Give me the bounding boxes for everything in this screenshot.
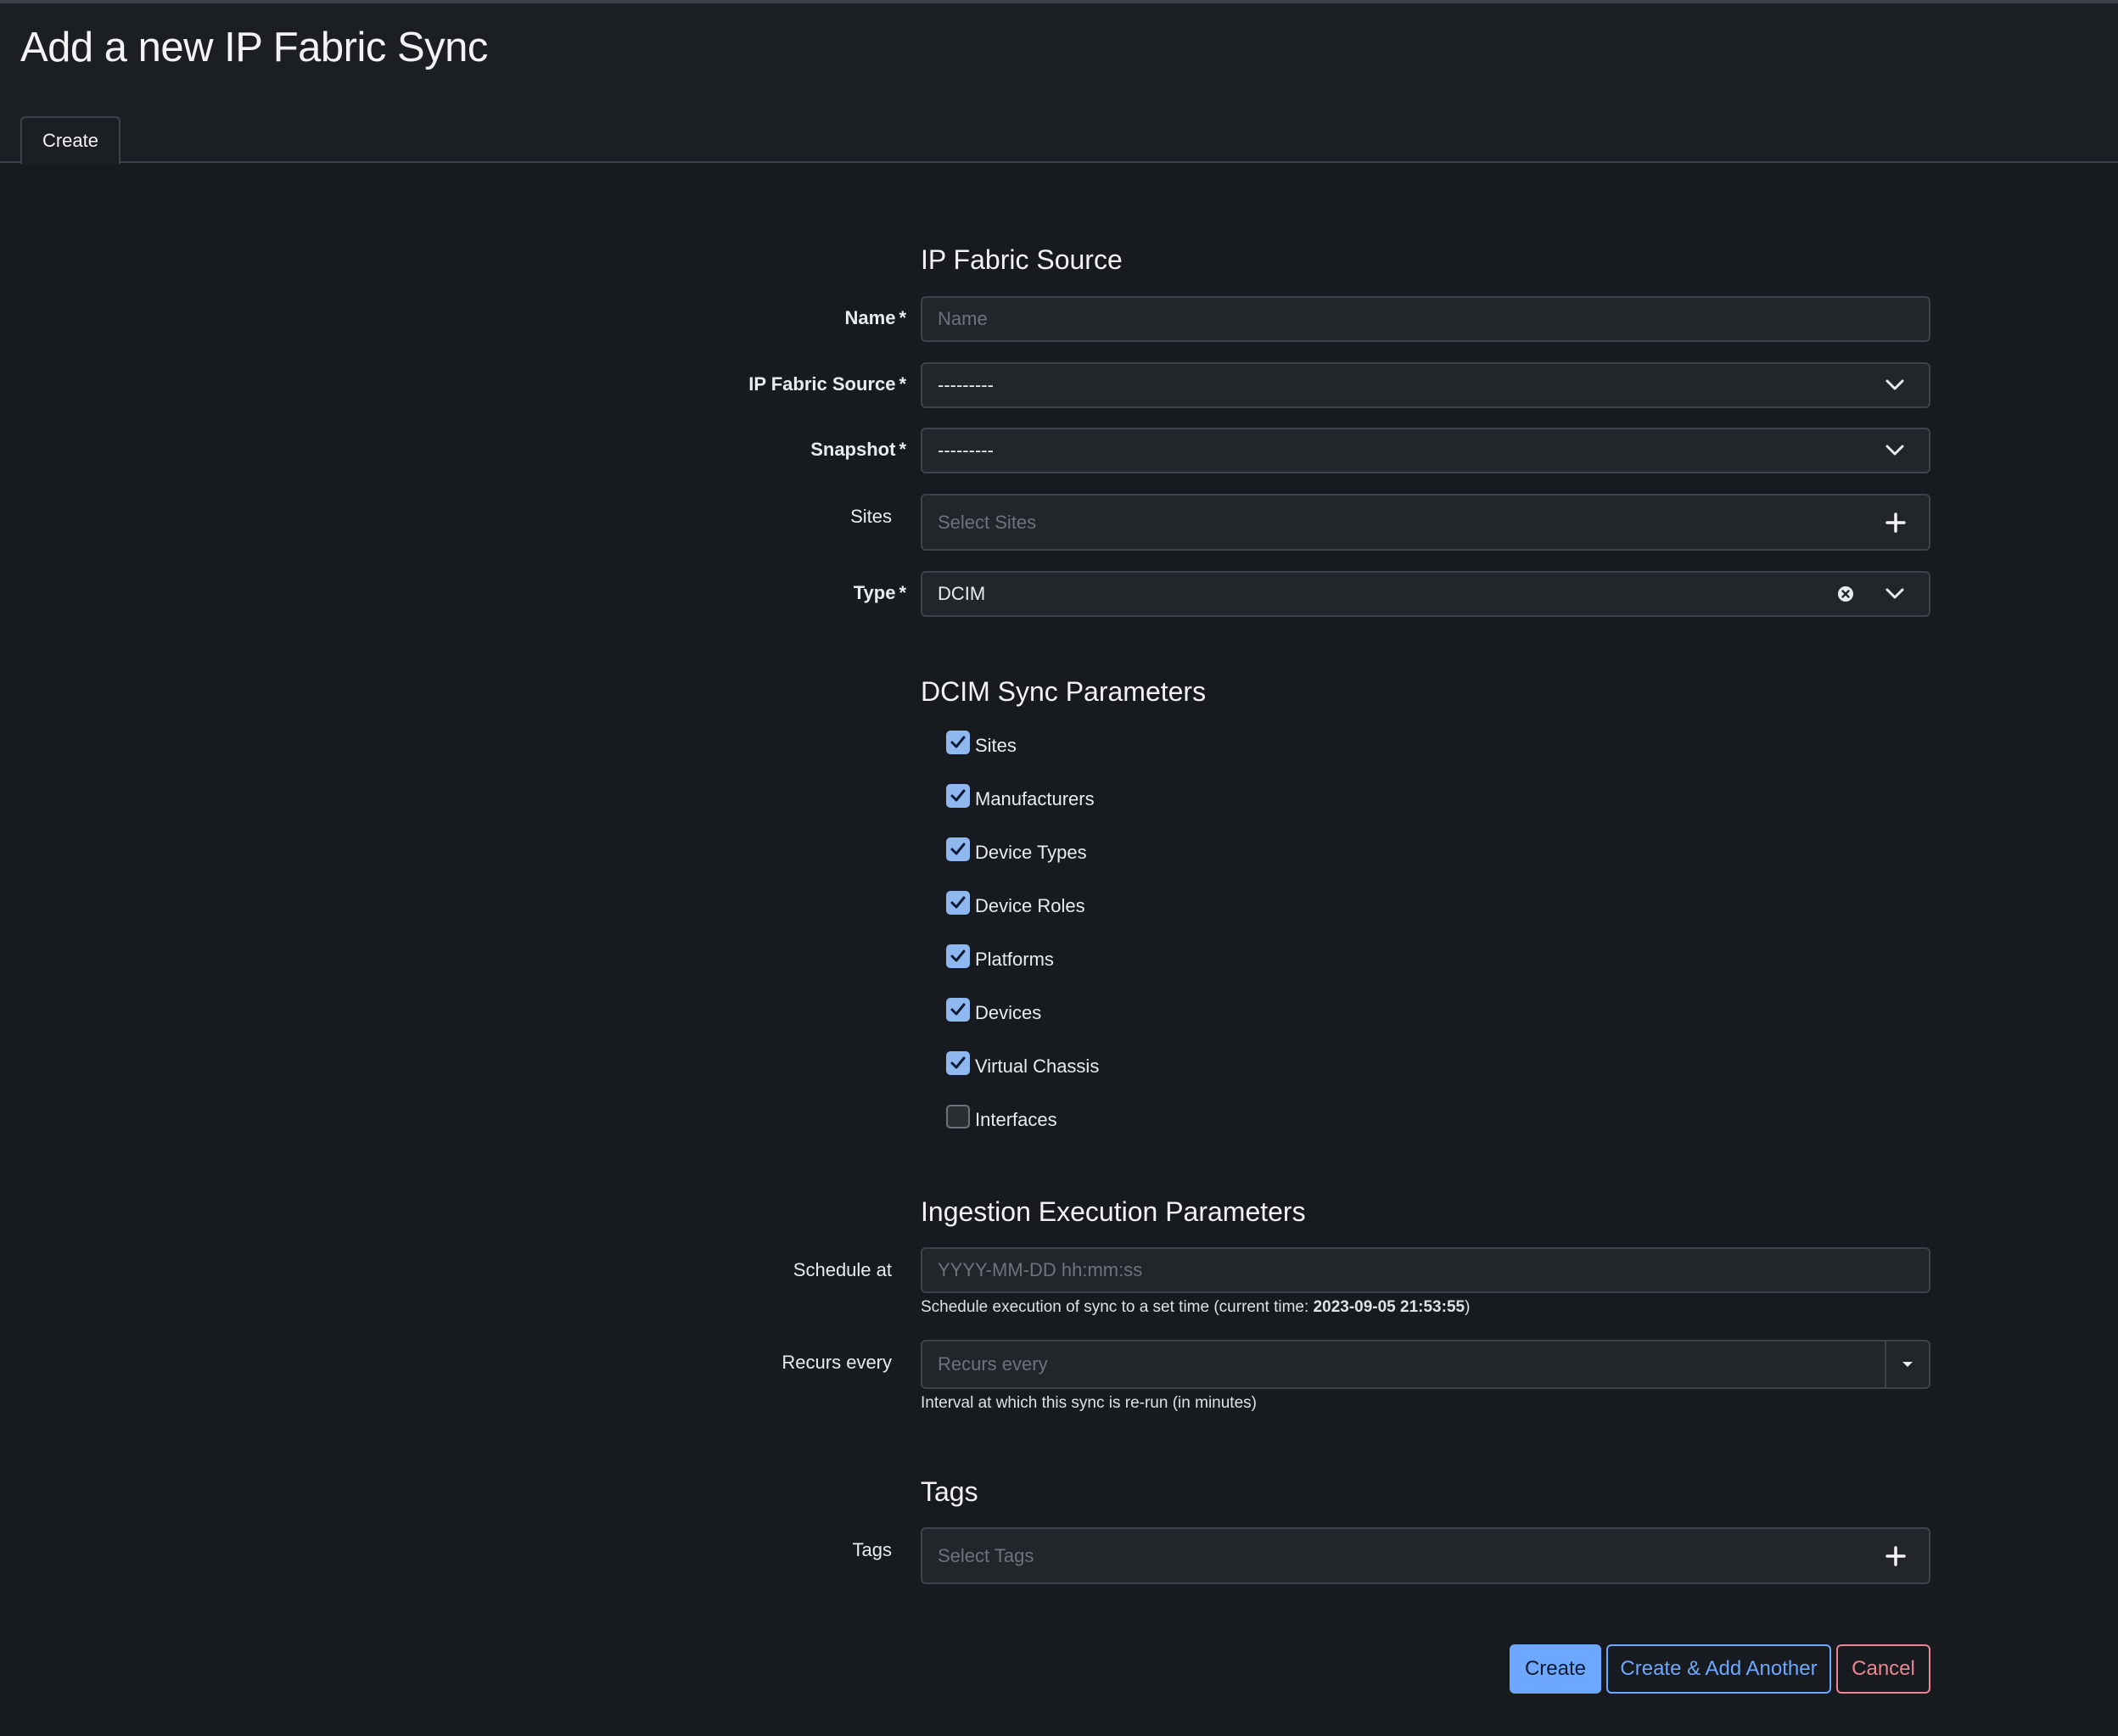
checkbox[interactable] — [946, 837, 970, 861]
check-icon — [950, 843, 966, 855]
checkbox-label: Device Roles — [975, 895, 1085, 916]
check-icon — [950, 896, 966, 909]
schedule-input[interactable]: YYYY-MM-DD hh:mm:ss — [921, 1247, 1930, 1293]
name-input[interactable]: Name — [921, 296, 1930, 342]
checkbox[interactable] — [946, 998, 970, 1022]
checkbox[interactable] — [946, 944, 970, 968]
check-icon — [950, 789, 966, 802]
name-placeholder: Name — [938, 308, 988, 329]
dcim-checkbox-row[interactable]: Manufacturers — [946, 784, 1095, 814]
type-select[interactable]: DCIM — [921, 571, 1930, 617]
ip-fabric-source-value: --------- — [938, 374, 994, 395]
ip-fabric-source-select[interactable]: --------- — [921, 362, 1930, 408]
checkbox-label: Manufacturers — [975, 788, 1095, 809]
page-header: Add a new IP Fabric Sync Create — [0, 3, 2118, 165]
section-title-ingestion: Ingestion Execution Parameters — [921, 1196, 1306, 1227]
chevron-down-icon — [1885, 379, 1904, 390]
section-title-tags: Tags — [921, 1476, 978, 1507]
check-icon — [950, 1056, 966, 1069]
snapshot-label: Snapshot * — [810, 439, 906, 460]
chevron-down-icon — [1885, 588, 1904, 599]
snapshot-select[interactable]: --------- — [921, 428, 1930, 473]
tags-select[interactable]: Select Tags — [921, 1527, 1930, 1584]
checkbox[interactable] — [946, 1105, 970, 1128]
schedule-placeholder: YYYY-MM-DD hh:mm:ss — [938, 1259, 1143, 1280]
checkbox-label: Platforms — [975, 949, 1054, 970]
checkbox-label: Device Types — [975, 842, 1087, 863]
check-icon — [950, 1003, 966, 1016]
checkbox[interactable] — [946, 731, 970, 754]
cancel-button[interactable]: Cancel — [1836, 1644, 1930, 1694]
plus-icon[interactable] — [1885, 1545, 1907, 1567]
dcim-checkbox-row[interactable]: Devices — [946, 998, 1042, 1028]
page-title: Add a new IP Fabric Sync — [20, 25, 488, 70]
checkbox[interactable] — [946, 891, 970, 915]
plus-icon[interactable] — [1885, 512, 1907, 534]
dcim-checkbox-row[interactable]: Interfaces — [946, 1105, 1057, 1134]
caret-down-icon — [1902, 1362, 1913, 1367]
tab-create[interactable]: Create — [20, 116, 120, 165]
recurs-dropdown-button[interactable] — [1885, 1341, 1929, 1387]
dcim-checkbox-row[interactable]: Virtual Chassis — [946, 1051, 1100, 1081]
sites-select[interactable]: Select Sites — [921, 494, 1930, 551]
dcim-checkbox-row[interactable]: Platforms — [946, 944, 1054, 974]
clear-circle-icon[interactable] — [1837, 585, 1854, 602]
sites-placeholder: Select Sites — [938, 511, 1037, 533]
name-label: Name * — [844, 307, 906, 328]
schedule-help-text: Schedule execution of sync to a set time… — [921, 1298, 1471, 1316]
recurs-label: Recurs every — [782, 1352, 892, 1373]
sites-label: Sites — [850, 506, 892, 527]
dcim-checkbox-row[interactable]: Device Types — [946, 837, 1087, 867]
schedule-label: Schedule at — [793, 1259, 892, 1280]
checkbox-label: Virtual Chassis — [975, 1056, 1100, 1077]
tags-placeholder: Select Tags — [938, 1544, 1034, 1566]
section-title-ip-fabric-source: IP Fabric Source — [921, 244, 1123, 275]
check-icon — [950, 736, 966, 748]
type-value: DCIM — [938, 583, 986, 604]
checkbox[interactable] — [946, 784, 970, 808]
checkbox-label: Devices — [975, 1002, 1042, 1023]
dcim-checkbox-row[interactable]: Device Roles — [946, 891, 1085, 921]
recurs-placeholder: Recurs every — [938, 1353, 1048, 1375]
check-icon — [950, 949, 966, 962]
checkbox-label: Sites — [975, 735, 1017, 756]
checkbox[interactable] — [946, 1051, 970, 1075]
create-add-another-button[interactable]: Create & Add Another — [1606, 1644, 1831, 1694]
snapshot-value: --------- — [938, 440, 994, 461]
checkbox-label: Interfaces — [975, 1109, 1057, 1130]
section-title-dcim-sync: DCIM Sync Parameters — [921, 676, 1207, 707]
recurs-input[interactable]: Recurs every — [921, 1340, 1930, 1389]
create-button[interactable]: Create — [1510, 1644, 1601, 1694]
type-label: Type * — [853, 582, 906, 603]
tags-label: Tags — [852, 1539, 892, 1560]
ip-fabric-source-label: IP Fabric Source * — [748, 373, 906, 395]
chevron-down-icon — [1885, 445, 1904, 456]
current-time: 2023-09-05 21:53:55 — [1313, 1298, 1465, 1316]
recurs-help-text: Interval at which this sync is re-run (i… — [921, 1394, 1257, 1412]
dcim-checkbox-row[interactable]: Sites — [946, 731, 1017, 760]
